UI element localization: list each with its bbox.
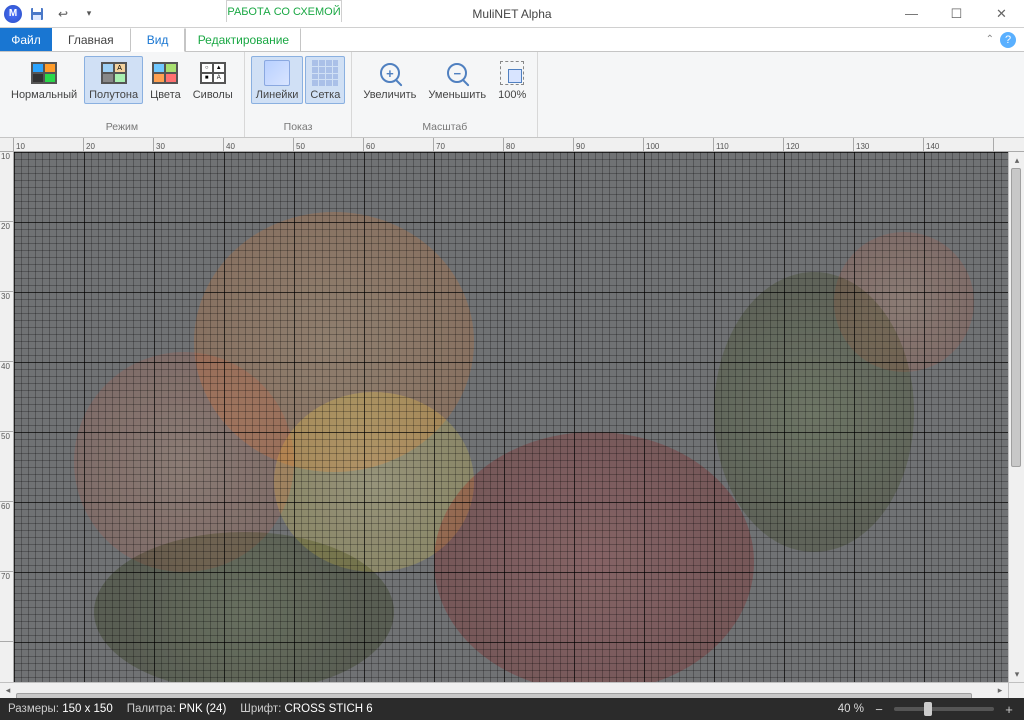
hruler-tick: 130 (854, 138, 924, 151)
stitch-canvas[interactable] (14, 152, 1008, 682)
hruler-tick: 100 (644, 138, 714, 151)
canvas-area: 10 20 30 40 50 60 70 80 90 100 110 120 1… (0, 138, 1024, 698)
vruler-tick: 10 (0, 152, 13, 222)
status-zoom-value: 40 % (838, 703, 864, 715)
scroll-left-button[interactable]: ◂ (0, 683, 16, 699)
hruler-tick: 70 (434, 138, 504, 151)
hruler-tick: 90 (574, 138, 644, 151)
hruler-tick: 20 (84, 138, 154, 151)
hruler-tick: 80 (504, 138, 574, 151)
hruler-tick: 40 (224, 138, 294, 151)
group-mode-label: Режим (0, 121, 244, 137)
maximize-button[interactable]: ☐ (934, 0, 979, 28)
mode-symbols-label: Сиволы (193, 89, 233, 101)
zoom-slider-plus[interactable]: + (1002, 702, 1016, 717)
contextual-tab-label: РАБОТА СО СХЕМОЙ (226, 0, 342, 22)
vruler-tick: 40 (0, 362, 13, 432)
status-bar: Размеры: 150 x 150 Палитра: PNK (24) Шри… (0, 698, 1024, 720)
mode-symbols-button[interactable]: ○▲■A Сиволы (188, 56, 238, 104)
zoom-100-label: 100% (498, 89, 526, 101)
hruler-tick: 50 (294, 138, 364, 151)
canvas-grid-overlay (14, 152, 1008, 682)
ribbon-tabs: Файл Главная Вид Редактирование ⌃ ? (0, 28, 1024, 52)
title-bar: M ↩ ▾ РАБОТА СО СХЕМОЙ MuliNET Alpha — ☐… (0, 0, 1024, 28)
zoom-slider-minus[interactable]: − (872, 702, 886, 717)
minimize-button[interactable]: — (889, 0, 934, 28)
qat-undo-button[interactable]: ↩ (52, 3, 74, 25)
status-palette: Палитра: PNK (24) (127, 703, 227, 715)
hruler-tick: 60 (364, 138, 434, 151)
show-grid-button[interactable]: Сетка (305, 56, 345, 104)
mode-colors-label: Цвета (150, 89, 181, 101)
vruler-tick: 70 (0, 572, 13, 642)
vruler-tick: 20 (0, 222, 13, 292)
zoom-out-button[interactable]: − Уменьшить (423, 56, 491, 104)
zoom-100-icon (500, 61, 524, 85)
zoom-in-button[interactable]: + Увеличить (358, 56, 421, 104)
vruler-tick: 60 (0, 502, 13, 572)
help-icon[interactable]: ? (1000, 32, 1016, 48)
mode-normal-button[interactable]: Нормальный (6, 56, 82, 104)
zoom-in-icon: + (380, 63, 400, 83)
tab-main[interactable]: Главная (52, 28, 130, 51)
mode-normal-label: Нормальный (11, 89, 77, 101)
horizontal-ruler: 10 20 30 40 50 60 70 80 90 100 110 120 1… (0, 138, 1024, 152)
hruler-tick: 120 (784, 138, 854, 151)
tab-editing[interactable]: Редактирование (185, 28, 301, 51)
ribbon-group-zoom: + Увеличить − Уменьшить 100% Масштаб (352, 52, 538, 137)
ribbon-group-mode: Нормальный A Полутона Цвета ○▲■A Сиволы … (0, 52, 245, 137)
mode-halftone-button[interactable]: A Полутона (84, 56, 143, 104)
vruler-tick: 30 (0, 292, 13, 362)
qat-customize-button[interactable]: ▾ (78, 3, 100, 25)
show-rulers-label: Линейки (256, 89, 299, 101)
zoom-out-icon: − (447, 63, 467, 83)
zoom-in-label: Увеличить (363, 89, 416, 101)
scroll-down-button[interactable]: ▾ (1009, 666, 1024, 682)
close-button[interactable]: ✕ (979, 0, 1024, 28)
hruler-tick: 140 (924, 138, 994, 151)
hruler-tick: 10 (14, 138, 84, 151)
hruler-tick: 110 (714, 138, 784, 151)
window-title: MuliNET Alpha (472, 7, 551, 21)
ribbon-collapse-icon[interactable]: ⌃ (986, 34, 994, 45)
zoom-slider[interactable] (894, 707, 994, 711)
app-icon: M (4, 5, 22, 23)
zoom-100-button[interactable]: 100% (493, 56, 531, 104)
mode-colors-button[interactable]: Цвета (145, 56, 186, 104)
grid-icon (312, 60, 338, 86)
qat-save-button[interactable] (26, 3, 48, 25)
ribbon-group-show: Линейки Сетка Показ (245, 52, 353, 137)
ribbon: Нормальный A Полутона Цвета ○▲■A Сиволы … (0, 52, 1024, 138)
tab-view[interactable]: Вид (130, 28, 186, 52)
mode-halftone-label: Полутона (89, 89, 138, 101)
group-zoom-label: Масштаб (352, 121, 537, 137)
vruler-tick: 50 (0, 432, 13, 502)
horizontal-scrollbar[interactable]: ◂ ▸ (0, 682, 1008, 698)
status-font: Шрифт: CROSS STICH 6 (240, 703, 372, 715)
vertical-ruler: 10 20 30 40 50 60 70 (0, 152, 14, 682)
group-show-label: Показ (245, 121, 352, 137)
show-grid-label: Сетка (310, 89, 340, 101)
scroll-right-button[interactable]: ▸ (992, 683, 1008, 699)
show-rulers-button[interactable]: Линейки (251, 56, 304, 104)
vertical-scrollbar[interactable]: ▴ ▾ (1008, 152, 1024, 682)
zoom-out-label: Уменьшить (428, 89, 486, 101)
scroll-up-button[interactable]: ▴ (1009, 152, 1024, 168)
tab-file[interactable]: Файл (0, 28, 52, 51)
status-size: Размеры: 150 x 150 (8, 703, 113, 715)
ruler-icon (264, 60, 290, 86)
hruler-tick: 30 (154, 138, 224, 151)
